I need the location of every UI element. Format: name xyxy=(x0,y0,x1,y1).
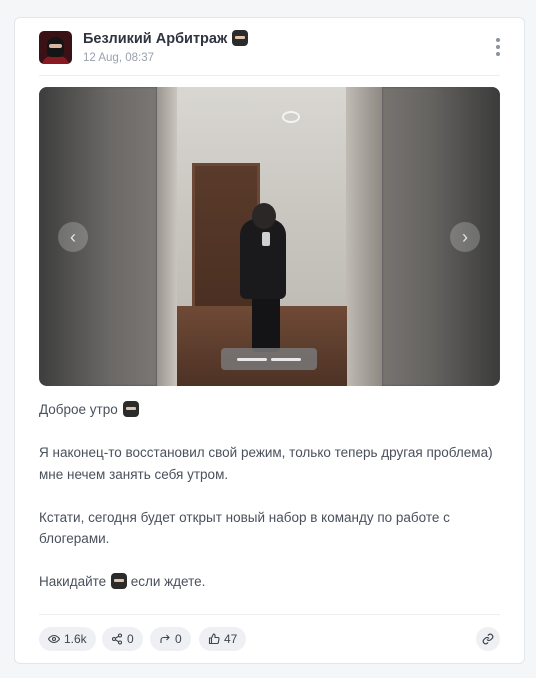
post-text-line1: Доброе утро xyxy=(39,399,501,421)
avatar-eyes xyxy=(49,44,62,48)
post-photo[interactable] xyxy=(157,87,382,386)
photo-blur-right xyxy=(382,87,500,386)
eye-icon xyxy=(48,634,60,644)
copy-link-button[interactable] xyxy=(476,627,500,651)
link-icon xyxy=(482,633,494,645)
post-footer: 1.6k 0 0 47 xyxy=(39,627,500,651)
ninja-emoji-icon xyxy=(110,573,127,589)
share-icon xyxy=(111,633,123,645)
photo-blur-left xyxy=(39,87,157,386)
slide-dot-1[interactable] xyxy=(237,357,267,361)
views-count: 1.6k xyxy=(64,632,87,646)
post-text-para3: Кстати, сегодня будет открыт новый набор… xyxy=(39,509,450,547)
post-header: Безликий Арбитраж 12 Aug, 08:37 xyxy=(39,30,500,76)
likes-counter[interactable]: 47 xyxy=(199,627,247,651)
avatar[interactable] xyxy=(39,31,72,64)
ninja-emoji-icon xyxy=(122,401,139,417)
media-carousel: ‹ › xyxy=(39,87,500,386)
post-text-para2: Я наконец-то восстановил свой режим, тол… xyxy=(39,445,493,482)
author-name[interactable]: Безликий Арбитраж xyxy=(83,30,249,47)
forwards-counter[interactable]: 0 xyxy=(150,627,191,651)
post-date: 12 Aug, 08:37 xyxy=(83,52,154,64)
header-divider xyxy=(39,75,500,76)
footer-divider xyxy=(39,614,500,615)
chevron-right-icon[interactable]: › xyxy=(450,222,480,252)
post-text: Доброе утро Я наконец-то восстановил сво… xyxy=(39,399,501,593)
shares-count: 0 xyxy=(127,632,134,646)
slide-indicator[interactable] xyxy=(221,348,317,370)
ninja-emoji-icon xyxy=(232,30,249,46)
forwards-count: 0 xyxy=(175,632,182,646)
avatar-shoulders xyxy=(42,56,69,64)
shares-counter[interactable]: 0 xyxy=(102,627,143,651)
forward-icon xyxy=(160,634,170,643)
thumbs-up-icon xyxy=(208,633,220,645)
post-text-para4: Накидайте если ждете. xyxy=(39,573,206,589)
author-name-text: Безликий Арбитраж xyxy=(83,31,228,47)
post-card: Безликий Арбитраж 12 Aug, 08:37 ‹ › Добр… xyxy=(14,17,525,664)
more-vertical-icon[interactable] xyxy=(495,38,501,56)
chevron-left-icon[interactable]: ‹ xyxy=(58,222,88,252)
slide-dot-2[interactable] xyxy=(271,357,301,361)
views-counter[interactable]: 1.6k xyxy=(39,627,96,651)
likes-count: 47 xyxy=(224,632,238,646)
